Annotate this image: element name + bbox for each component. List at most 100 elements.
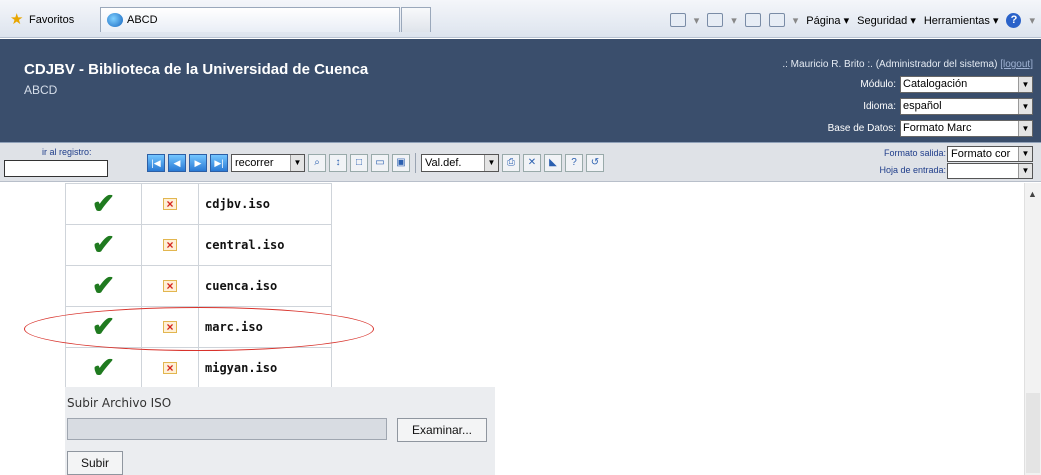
language-select[interactable]: español ▼ — [900, 98, 1033, 115]
tools-icon[interactable]: ✕ — [523, 154, 541, 172]
print-icon[interactable] — [768, 13, 785, 27]
checkmark-icon[interactable]: ✔ — [92, 229, 115, 260]
user-name: .: Mauricio R. Brito :. (Administrador d… — [782, 59, 998, 70]
file-name: cuenca.iso — [198, 265, 332, 307]
table-row: ✔ × migyan.iso — [65, 347, 332, 389]
module-select[interactable]: Catalogación ▼ — [900, 76, 1033, 93]
language-value: español — [903, 100, 942, 112]
highlight-ellipse — [24, 307, 374, 351]
goto-record-input[interactable] — [4, 160, 108, 177]
chevron-down-icon: ▼ — [1018, 99, 1032, 114]
defaults-value: Val.def. — [425, 157, 462, 169]
toolbar-divider — [415, 153, 416, 173]
checkmark-icon[interactable]: ✔ — [92, 352, 115, 383]
favorites-button[interactable]: ★ Favoritos — [10, 10, 74, 30]
table-row: ✔ × central.iso — [65, 224, 332, 266]
defaults-select[interactable]: Val.def. ▼ — [421, 154, 499, 172]
upload-button[interactable]: Subir — [67, 451, 123, 475]
scroll-up-icon[interactable]: ▲ — [1028, 189, 1037, 199]
toolbar-buttons: |◀ ◀ ▶ ▶| recorrer ▼ ⌕ ↕ □ ▭ ▣ Val.def. … — [147, 152, 604, 174]
file-path-input[interactable] — [67, 418, 387, 440]
chevron-down-icon: ▼ — [290, 155, 304, 171]
sort-icon[interactable]: ↕ — [329, 154, 347, 172]
print-icon[interactable]: ⎙ — [502, 154, 520, 172]
entry-sheet-label: Hoja de entrada: — [879, 165, 946, 175]
help-icon[interactable]: ? — [1006, 12, 1022, 28]
file-name: central.iso — [198, 224, 332, 266]
chevron-down-icon: ▼ — [484, 155, 498, 171]
delete-icon[interactable]: × — [163, 280, 177, 292]
dropdown-arrow-icon[interactable]: ▾ — [793, 14, 799, 27]
database-row: Base de Datos: Formato Marc ▼ — [828, 120, 1033, 137]
tools-menu[interactable]: Herramientas ▾ — [924, 14, 999, 27]
dropdown-arrow-icon[interactable]: ▾ — [731, 14, 737, 27]
entry-sheet-select[interactable]: ▼ — [947, 163, 1033, 179]
module-value: Catalogación — [903, 78, 968, 90]
copy-record-icon[interactable]: ▭ — [371, 154, 389, 172]
record-toolbar: ir al registro: |◀ ◀ ▶ ▶| recorrer ▼ ⌕ ↕… — [0, 142, 1041, 182]
feeds-icon[interactable] — [707, 13, 724, 27]
chevron-down-icon: ▼ — [1018, 147, 1032, 161]
chevron-down-icon: ▼ — [1018, 164, 1032, 178]
user-info: .: Mauricio R. Brito :. (Administrador d… — [782, 59, 1033, 70]
page-menu[interactable]: Página ▾ — [806, 14, 849, 27]
first-record-icon[interactable]: |◀ — [147, 154, 165, 172]
safety-menu[interactable]: Seguridad ▾ — [857, 14, 916, 27]
logout-link[interactable]: [logout] — [1000, 59, 1033, 70]
language-row: Idioma: español ▼ — [863, 98, 1033, 115]
iso-file-table: ✔ × cdjbv.iso ✔ × central.iso ✔ × cuenca… — [65, 183, 332, 389]
output-format-value: Formato cor — [951, 148, 1011, 160]
command-bar: ▾ ▾ ▾ Página ▾ Seguridad ▾ Herramientas … — [669, 10, 1035, 30]
mail-icon[interactable] — [744, 13, 761, 27]
file-name: migyan.iso — [198, 347, 332, 389]
vertical-scrollbar[interactable]: ▲ — [1024, 183, 1041, 475]
browser-tab[interactable]: ABCD — [100, 7, 400, 32]
previous-record-icon[interactable]: ◀ — [168, 154, 186, 172]
home-icon[interactable] — [669, 13, 686, 27]
site-title: CDJBV - Biblioteca de la Universidad de … — [24, 61, 369, 78]
table-row: ✔ × cuenca.iso — [65, 265, 332, 307]
last-record-icon[interactable]: ▶| — [210, 154, 228, 172]
search-icon[interactable]: ⌕ — [308, 154, 326, 172]
tab-title: ABCD — [127, 14, 158, 26]
goto-label: ir al registro: — [42, 147, 92, 157]
dropdown-arrow-icon[interactable]: ▾ — [1029, 14, 1035, 27]
browse-button[interactable]: Examinar... — [397, 418, 487, 442]
output-format-label: Formato salida: — [883, 148, 946, 158]
delete-icon[interactable]: × — [163, 198, 177, 210]
table-row: ✔ × cdjbv.iso — [65, 183, 332, 225]
file-name: cdjbv.iso — [198, 183, 332, 225]
new-record-icon[interactable]: □ — [350, 154, 368, 172]
site-subtitle: ABCD — [24, 83, 58, 97]
scroll-thumb[interactable] — [1026, 393, 1040, 473]
ie-icon — [107, 13, 123, 27]
favorites-label: Favoritos — [29, 14, 75, 26]
delete-icon[interactable]: × — [163, 362, 177, 374]
checkmark-icon[interactable]: ✔ — [92, 270, 115, 301]
database-select[interactable]: Formato Marc ▼ — [900, 120, 1033, 137]
help-icon[interactable]: ? — [565, 154, 583, 172]
global-edit-icon[interactable]: ▣ — [392, 154, 410, 172]
chevron-down-icon: ▼ — [1018, 77, 1032, 92]
upload-panel: Subir Archivo ISO Examinar... Subir — [65, 387, 495, 475]
browse-select[interactable]: recorrer ▼ — [231, 154, 305, 172]
database-label: Base de Datos: — [827, 123, 896, 134]
output-format-select[interactable]: Formato cor ▼ — [947, 146, 1033, 162]
star-icon: ★ — [10, 11, 24, 28]
dropdown-arrow-icon[interactable]: ▾ — [694, 14, 700, 27]
new-tab-button[interactable] — [401, 7, 431, 32]
delete-icon[interactable]: × — [163, 239, 177, 251]
checkmark-icon[interactable]: ✔ — [92, 188, 115, 219]
content-area: ✔ × cdjbv.iso ✔ × central.iso ✔ × cuenca… — [0, 183, 1041, 475]
chevron-down-icon: ▼ — [1018, 121, 1032, 136]
browse-value: recorrer — [235, 157, 274, 169]
language-label: Idioma: — [863, 101, 896, 112]
browser-favorites-bar: ★ Favoritos ABCD ▾ ▾ ▾ Página ▾ Segurida… — [0, 0, 1041, 38]
upload-title: Subir Archivo ISO — [67, 396, 172, 410]
next-record-icon[interactable]: ▶ — [189, 154, 207, 172]
module-row: Módulo: Catalogación ▼ — [860, 76, 1033, 93]
database-value: Formato Marc — [903, 122, 972, 134]
home-icon[interactable]: ↺ — [586, 154, 604, 172]
stats-icon[interactable]: ◣ — [544, 154, 562, 172]
module-label: Módulo: — [860, 79, 896, 90]
